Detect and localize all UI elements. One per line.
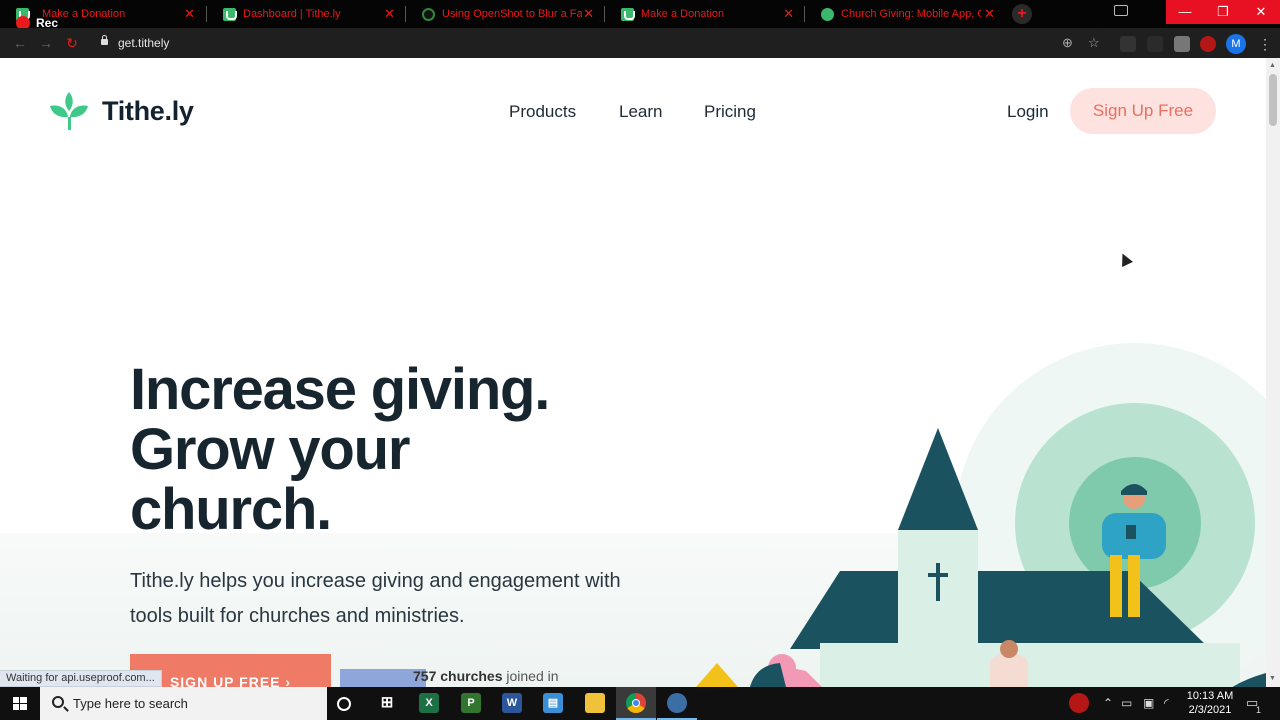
close-tab-icon[interactable]: ✕ xyxy=(783,6,794,22)
close-window-button[interactable]: ✕ xyxy=(1242,0,1280,24)
tab-church-giving[interactable]: Church Giving: Mobile App, Onli ✕ xyxy=(805,0,1005,28)
recorder-tray-icon[interactable] xyxy=(1069,693,1089,713)
cortana-icon[interactable] xyxy=(337,697,351,711)
sign-up-button[interactable]: Sign Up Free xyxy=(1070,88,1216,134)
excel-icon[interactable]: X xyxy=(419,693,439,713)
chevron-up-icon[interactable]: ⌃ xyxy=(1103,696,1113,710)
chrome-center xyxy=(632,699,640,707)
project-icon[interactable]: P xyxy=(461,693,481,713)
tab-title: Church Giving: Mobile App, Onli xyxy=(841,8,981,20)
chrome-icon xyxy=(626,693,646,713)
download-icon xyxy=(621,7,635,21)
tithely-icon xyxy=(821,7,834,21)
close-tab-icon[interactable]: ✕ xyxy=(184,6,195,22)
clock-date: 2/3/2021 xyxy=(1188,704,1232,716)
login-link[interactable]: Login xyxy=(1007,102,1049,122)
photos-app-icon[interactable]: ▤ xyxy=(543,693,563,713)
bookmark-star-icon[interactable]: ☆ xyxy=(1088,36,1100,50)
search-placeholder: Type here to search xyxy=(73,696,188,711)
mouse-cursor-icon xyxy=(1117,251,1133,267)
profile-avatar[interactable]: M xyxy=(1226,34,1246,54)
tab-title: Dashboard | Tithe.ly xyxy=(243,8,341,20)
address-bar[interactable]: get.tithely ⊕ ☆ xyxy=(90,31,1110,55)
hero-headline: Increase giving. Grow your church. xyxy=(130,360,690,540)
scrollbar-thumb[interactable] xyxy=(1269,74,1277,126)
tithely-logo[interactable]: Tithe.ly xyxy=(48,90,194,132)
loading-status-bar: Waiting for api.useproof.com... xyxy=(0,670,162,687)
file-explorer-icon[interactable] xyxy=(585,693,605,713)
download-icon xyxy=(223,7,237,21)
yellow-roof-shape xyxy=(696,663,738,687)
close-tab-icon[interactable]: ✕ xyxy=(583,6,594,22)
browser-menu-icon[interactable]: ⋮ xyxy=(1258,36,1272,52)
windows-taskbar: Type here to search ⊞ X P W ▤ ⌃ ▭ ▣ ◜ 10… xyxy=(0,687,1280,720)
churches-suffix: joined in xyxy=(502,668,559,684)
churches-count: 757 churches xyxy=(413,668,503,684)
task-view-icon[interactable]: ⊞ xyxy=(377,693,397,713)
new-tab-button[interactable]: + xyxy=(1012,4,1032,24)
tab-title: Using OpenShot to Blur a Face o xyxy=(442,8,582,20)
tab-dashboard[interactable]: Dashboard | Tithe.ly ✕ xyxy=(207,0,405,28)
url-text: get.tithely xyxy=(118,36,170,50)
browser-toolbar: ← → ↻ get.tithely ⊕ ☆ xyxy=(0,28,1280,58)
nav-pricing[interactable]: Pricing xyxy=(704,102,756,122)
minimize-button[interactable]: — xyxy=(1166,0,1204,24)
taskbar-search-box[interactable]: Type here to search xyxy=(40,687,327,720)
app-globe-icon[interactable] xyxy=(667,693,687,713)
chrome-taskbar-item[interactable] xyxy=(616,687,656,720)
tab-title: Make a Donation xyxy=(641,8,725,20)
search-icon xyxy=(52,696,64,708)
scroll-down-icon[interactable]: ▼ xyxy=(1269,675,1276,682)
close-tab-icon[interactable]: ✕ xyxy=(984,6,995,22)
clock-time: 10:13 AM xyxy=(1186,690,1234,702)
hero-subtext: Tithe.ly helps you increase giving and e… xyxy=(130,570,621,627)
tab-openshot[interactable]: Using OpenShot to Blur a Face o ✕ xyxy=(406,0,604,28)
sprout-icon xyxy=(50,92,88,130)
church-illustration xyxy=(750,343,1266,687)
extension-new-icon[interactable] xyxy=(1120,36,1136,52)
headline-line: church. xyxy=(130,477,332,542)
wifi-icon[interactable]: ◜ xyxy=(1164,696,1169,710)
page-viewport: Tithe.ly Products Learn Pricing Login Si… xyxy=(0,58,1266,687)
display-icon[interactable]: ▣ xyxy=(1143,696,1154,710)
extension-record-icon[interactable] xyxy=(1200,36,1216,52)
maximize-button[interactable]: ❐ xyxy=(1204,0,1242,24)
tab-make-a-donation-2[interactable]: Make a Donation ✕ xyxy=(605,0,804,28)
nav-learn[interactable]: Learn xyxy=(619,102,662,122)
openshot-icon xyxy=(422,7,435,21)
taskbar-clock[interactable]: 10:13 AM 2/3/2021 xyxy=(1186,689,1234,717)
scroll-up-icon[interactable]: ▲ xyxy=(1269,62,1276,69)
reload-icon[interactable]: ↻ xyxy=(64,35,80,51)
zoom-icon[interactable]: ⊕ xyxy=(1062,36,1073,50)
close-tab-icon[interactable]: ✕ xyxy=(384,6,395,22)
nav-products[interactable]: Products xyxy=(509,102,576,122)
forward-icon[interactable]: → xyxy=(38,35,54,51)
headline-line: Increase giving. xyxy=(130,357,550,422)
battery-icon[interactable]: ▭ xyxy=(1121,696,1132,710)
tab-title: Make a Donation xyxy=(42,8,126,20)
browser-tab-strip: Make a Donation ✕ Dashboard | Tithe.ly ✕… xyxy=(0,0,1280,28)
headline-line: Grow your xyxy=(130,417,410,482)
word-icon[interactable]: W xyxy=(502,693,522,713)
windows-start-icon[interactable] xyxy=(0,687,40,720)
lock-icon xyxy=(101,35,108,45)
brand-name: Tithe.ly xyxy=(102,95,194,126)
extension-broadcast-icon[interactable] xyxy=(1147,36,1163,52)
back-icon[interactable]: ← xyxy=(12,35,28,51)
tab-search-icon[interactable] xyxy=(1114,5,1128,16)
notification-count: 1 xyxy=(1256,705,1262,715)
churches-joined-text: 757 churches joined in xyxy=(413,668,559,684)
extension-k-icon[interactable] xyxy=(1174,36,1190,52)
page-scrollbar[interactable]: ▲ ▼ xyxy=(1266,58,1280,687)
